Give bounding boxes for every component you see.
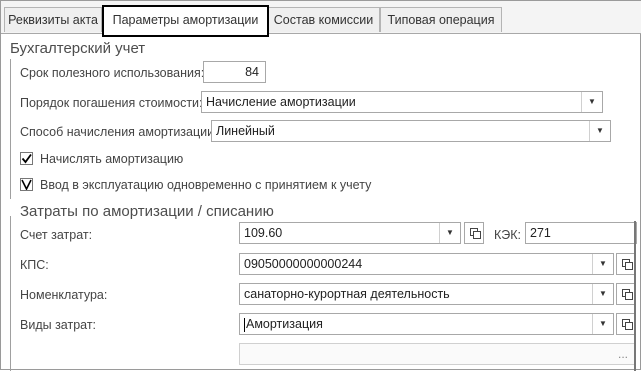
chevron-down-icon[interactable]: ▼ [581, 92, 602, 112]
commission-label: Ввод в эксплуатацию одновременно с приня… [40, 178, 372, 192]
chevron-down-icon[interactable]: ▼ [439, 223, 460, 243]
open-account-icon[interactable] [464, 222, 484, 244]
commission-checkbox[interactable] [20, 178, 33, 191]
accrue-label: Начислять амортизацию [40, 152, 184, 166]
method-label: Способ начисления амортизации: [20, 125, 218, 139]
method-value: Линейный [216, 124, 275, 138]
tab-typical-operation[interactable]: Типовая операция [380, 7, 502, 32]
right-panel-border [634, 221, 636, 371]
open-nomenclature-icon[interactable] [616, 283, 636, 305]
accounting-section-title: Бухгалтерский учет [10, 40, 146, 57]
cost-types-select[interactable]: Амортизация ▼ [239, 313, 614, 335]
cost-types-value: Амортизация [246, 317, 323, 331]
nomenclature-label: Номенклатура: [20, 288, 108, 302]
accrue-checkbox[interactable] [20, 152, 33, 165]
costs-group-line [10, 216, 11, 371]
repayment-value: Начисление амортизации [206, 95, 356, 109]
text-cursor [244, 317, 245, 332]
form-window: Реквизиты акта Параметры амортизации Сос… [0, 0, 641, 371]
repayment-label: Порядок погашения стоимости: [20, 96, 203, 110]
nomenclature-value: санаторно-курортная деятельность [244, 287, 450, 301]
tab-depreciation-params[interactable]: Параметры амортизации [102, 5, 269, 37]
kps-select[interactable]: 09050000000000244 ▼ [239, 253, 614, 275]
cost-types-label: Виды затрат: [20, 318, 97, 332]
repayment-select[interactable]: Начисление амортизации ▼ [201, 91, 603, 113]
check-icon [21, 153, 32, 164]
extra-cost-field[interactable]: ... [239, 343, 635, 365]
open-cost-types-icon[interactable] [616, 313, 636, 335]
useful-life-label: Срок полезного использования: [20, 66, 205, 80]
method-select[interactable]: Линейный ▼ [211, 120, 611, 142]
check-icon [21, 179, 32, 190]
nomenclature-select[interactable]: санаторно-курортная деятельность ▼ [239, 283, 614, 305]
costs-section-title: Затраты по амортизации / списанию [20, 203, 274, 220]
kek-input[interactable]: 271 [525, 222, 637, 244]
kps-value: 09050000000000244 [244, 257, 363, 271]
useful-life-input[interactable]: 84 [203, 61, 266, 83]
more-button[interactable]: ... [618, 344, 628, 364]
open-kps-icon[interactable] [616, 253, 636, 275]
chevron-down-icon[interactable]: ▼ [592, 254, 613, 274]
account-value: 109.60 [244, 226, 283, 240]
kek-label: КЭК: [494, 228, 522, 242]
account-select[interactable]: 109.60 ▼ [239, 222, 461, 244]
tab-bar: Реквизиты акта Параметры амортизации Сос… [1, 1, 641, 37]
tab-commission[interactable]: Состав комиссии [267, 7, 380, 32]
chevron-down-icon[interactable]: ▼ [592, 284, 613, 304]
accounting-group-line [10, 59, 11, 199]
kps-label: КПС: [20, 258, 49, 272]
chevron-down-icon[interactable]: ▼ [592, 314, 613, 334]
chevron-down-icon[interactable]: ▼ [589, 121, 610, 141]
tab-act-details[interactable]: Реквизиты акта [4, 7, 102, 32]
account-label: Счет затрат: [20, 228, 93, 242]
